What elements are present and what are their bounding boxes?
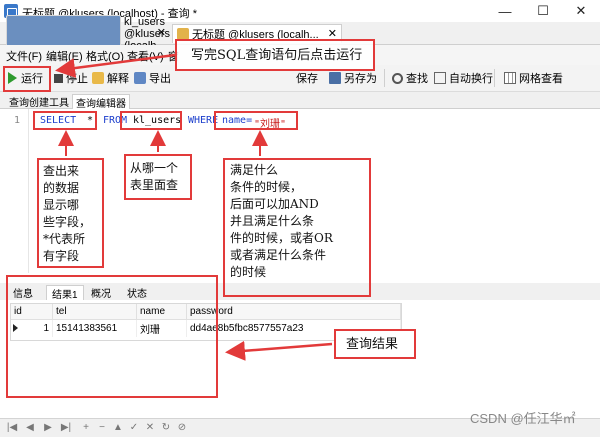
arrow-to-results bbox=[225, 340, 333, 361]
annotation-arrows bbox=[55, 53, 333, 361]
watermark-text: CSDN @任江华㎡ bbox=[470, 411, 576, 426]
arrow-to-run bbox=[55, 53, 176, 78]
